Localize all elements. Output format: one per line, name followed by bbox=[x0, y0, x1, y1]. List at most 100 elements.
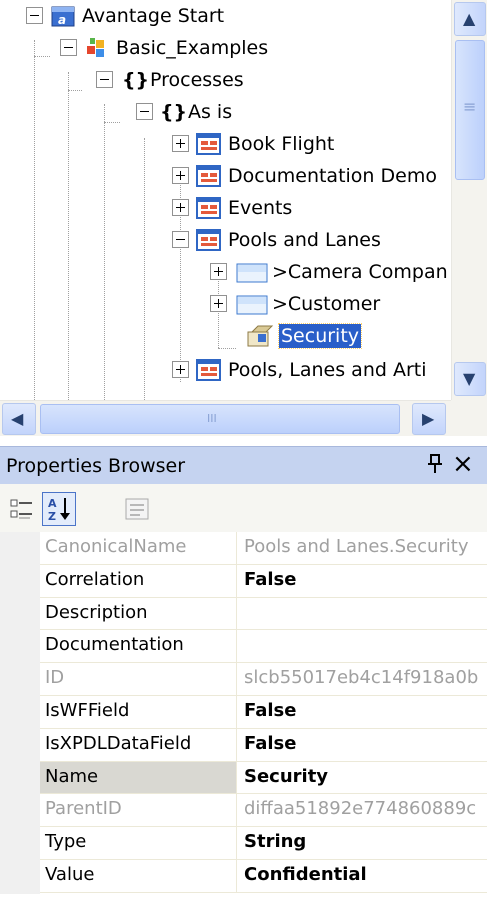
tree-node-documentation-demo[interactable]: Documentation Demo bbox=[0, 160, 450, 192]
expand-toggle[interactable] bbox=[172, 199, 189, 216]
property-name: Value bbox=[40, 860, 237, 892]
process-tree[interactable]: a Avantage Start Basic_Examples {} Proce… bbox=[0, 0, 487, 440]
tree-node-label: As is bbox=[188, 101, 233, 123]
collapse-toggle[interactable] bbox=[60, 39, 77, 56]
property-pages-button[interactable] bbox=[120, 492, 154, 526]
property-value[interactable]: Security bbox=[238, 762, 487, 794]
property-value[interactable]: False bbox=[238, 729, 487, 761]
collapse-toggle[interactable] bbox=[26, 7, 43, 24]
property-row[interactable]: Description bbox=[40, 597, 487, 631]
tree-node-label: Documentation Demo bbox=[228, 165, 437, 187]
tree-node-pools-lanes-artifacts[interactable]: Pools, Lanes and Arti bbox=[0, 354, 450, 386]
tree-node-book-flight[interactable]: Book Flight bbox=[0, 128, 450, 160]
collapse-toggle[interactable] bbox=[172, 231, 189, 248]
tree-node-security[interactable]: Security bbox=[0, 320, 450, 352]
close-icon[interactable]: × bbox=[452, 449, 474, 479]
svg-text:A: A bbox=[48, 497, 57, 510]
chevron-up-icon: ▲ bbox=[463, 9, 476, 28]
property-value: Pools and Lanes.Security bbox=[244, 536, 469, 557]
scroll-up-button[interactable]: ▲ bbox=[454, 2, 486, 36]
process-diagram-icon bbox=[196, 358, 222, 386]
property-row[interactable]: Type String bbox=[40, 827, 487, 860]
collapse-toggle[interactable] bbox=[136, 103, 153, 120]
property-name: ParentID bbox=[40, 794, 237, 827]
scroll-down-button[interactable]: ▼ bbox=[454, 362, 486, 396]
tree-node-label: Avantage Start bbox=[82, 5, 225, 27]
property-row[interactable]: IsWFField False bbox=[40, 696, 487, 729]
expand-toggle[interactable] bbox=[172, 361, 189, 378]
property-value[interactable] bbox=[238, 630, 487, 662]
property-row[interactable]: CanonicalName Pools and Lanes.Security bbox=[40, 532, 487, 565]
property-name: ID bbox=[40, 663, 237, 695]
property-value: slcb55017eb4c14f918a0b bbox=[244, 667, 479, 689]
properties-browser-header: Properties Browser × bbox=[0, 446, 487, 484]
chevron-right-icon: ▶ bbox=[422, 409, 435, 428]
alphabetical-button[interactable]: A Z bbox=[42, 492, 76, 526]
lane-icon bbox=[236, 294, 268, 320]
property-value[interactable] bbox=[238, 598, 487, 630]
process-diagram-icon bbox=[196, 228, 222, 256]
collapse-toggle[interactable] bbox=[96, 71, 113, 88]
property-name: IsXPDLDataField bbox=[40, 728, 237, 761]
property-row[interactable]: Name Security bbox=[40, 761, 487, 795]
property-row[interactable]: IsXPDLDataField False bbox=[40, 728, 487, 762]
sort-alphabetical-icon: A Z bbox=[48, 497, 70, 523]
tree-node-processes[interactable]: {} Processes bbox=[0, 64, 450, 96]
tree-node-label: Book Flight bbox=[228, 133, 335, 155]
project-icon bbox=[84, 36, 110, 64]
grid-margin bbox=[0, 532, 40, 894]
tree-node-label: Security bbox=[277, 323, 363, 349]
property-row[interactable]: Value Confidential bbox=[40, 860, 487, 893]
workspace-icon: a bbox=[50, 4, 76, 32]
property-name: Correlation bbox=[40, 564, 237, 597]
property-row[interactable]: Correlation False bbox=[40, 564, 487, 598]
pin-icon[interactable] bbox=[426, 453, 444, 480]
tree-node-avantage-start[interactable]: a Avantage Start bbox=[0, 0, 450, 32]
property-value: diffaa51892e774860889c bbox=[244, 798, 477, 820]
tree-node-customer[interactable]: >Customer bbox=[0, 288, 450, 320]
property-name: Type bbox=[40, 827, 237, 859]
vertical-scrollbar[interactable]: ▲ ≡ ▼ bbox=[451, 0, 487, 400]
tree-node-basic-examples[interactable]: Basic_Examples bbox=[0, 32, 450, 64]
scroll-left-button[interactable]: ◀ bbox=[2, 403, 36, 435]
horizontal-scroll-thumb[interactable]: III bbox=[40, 404, 400, 434]
property-name: Documentation bbox=[40, 630, 237, 663]
tree-node-label: Processes bbox=[150, 69, 244, 91]
expand-toggle[interactable] bbox=[210, 263, 227, 280]
tree-node-label: Pools and Lanes bbox=[228, 229, 381, 251]
property-grid[interactable]: CanonicalName Pools and Lanes.Security Cor… bbox=[0, 532, 487, 920]
tree-node-events[interactable]: Events bbox=[0, 192, 450, 224]
property-value[interactable]: False bbox=[238, 565, 487, 597]
property-name: Name bbox=[40, 761, 237, 794]
property-value[interactable]: String bbox=[238, 827, 487, 859]
tree-node-label: >Customer bbox=[272, 293, 381, 315]
expand-toggle[interactable] bbox=[210, 295, 227, 312]
braces-icon: {} bbox=[122, 69, 150, 91]
braces-icon: {} bbox=[160, 101, 188, 123]
properties-toolbar: A Z bbox=[0, 484, 487, 532]
property-pages-icon bbox=[125, 498, 149, 520]
property-value[interactable]: False bbox=[238, 696, 487, 728]
expand-toggle[interactable] bbox=[172, 135, 189, 152]
property-name: Description bbox=[40, 597, 237, 630]
property-value[interactable]: Confidential bbox=[238, 860, 487, 892]
tree-node-label: Pools, Lanes and Arti bbox=[228, 359, 427, 381]
vertical-scroll-thumb[interactable]: ≡ bbox=[455, 40, 485, 180]
chevron-left-icon: ◀ bbox=[11, 409, 24, 428]
tree-node-pools-and-lanes[interactable]: Pools and Lanes bbox=[0, 224, 450, 256]
tree-node-label: Events bbox=[228, 197, 293, 219]
property-row[interactable]: Documentation bbox=[40, 630, 487, 664]
process-diagram-icon bbox=[196, 196, 222, 224]
categorized-button[interactable] bbox=[6, 492, 40, 526]
property-name: IsWFField bbox=[40, 696, 237, 728]
tree-node-as-is[interactable]: {} As is bbox=[0, 96, 450, 128]
data-field-icon bbox=[244, 324, 276, 352]
property-row[interactable]: ID slcb55017eb4c14f918a0b bbox=[40, 663, 487, 696]
scroll-right-button[interactable]: ▶ bbox=[412, 403, 446, 435]
panel-title: Properties Browser bbox=[6, 455, 186, 477]
process-diagram-icon bbox=[196, 164, 222, 192]
expand-toggle[interactable] bbox=[172, 167, 189, 184]
property-row[interactable]: ParentID diffaa51892e774860889c bbox=[40, 794, 487, 828]
tree-node-camera-company[interactable]: >Camera Compan bbox=[0, 256, 450, 288]
horizontal-scrollbar[interactable]: ◀ III ▶ bbox=[0, 400, 451, 436]
